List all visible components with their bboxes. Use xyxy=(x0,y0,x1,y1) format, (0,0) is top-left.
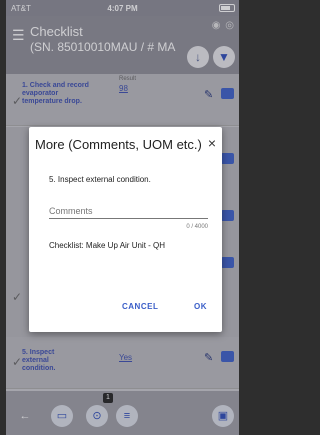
close-icon[interactable]: × xyxy=(208,135,216,151)
dialog-title: More (Comments, UOM etc.) xyxy=(35,137,202,152)
more-dialog: More (Comments, UOM etc.) × 5. Inspect e… xyxy=(29,127,222,332)
dialog-question: 5. Inspect external condition. xyxy=(49,175,151,184)
ok-button[interactable]: OK xyxy=(194,302,207,311)
app-screen: AT&T 4:07 PM ☰ Checklist (SN. 85010010MA… xyxy=(6,0,239,435)
character-counter: 0 / 4000 xyxy=(186,224,208,230)
comments-input[interactable] xyxy=(49,203,208,219)
checklist-name: Checklist: Make Up Air Unit - QH xyxy=(49,241,166,250)
cancel-button[interactable]: CANCEL xyxy=(122,302,158,311)
